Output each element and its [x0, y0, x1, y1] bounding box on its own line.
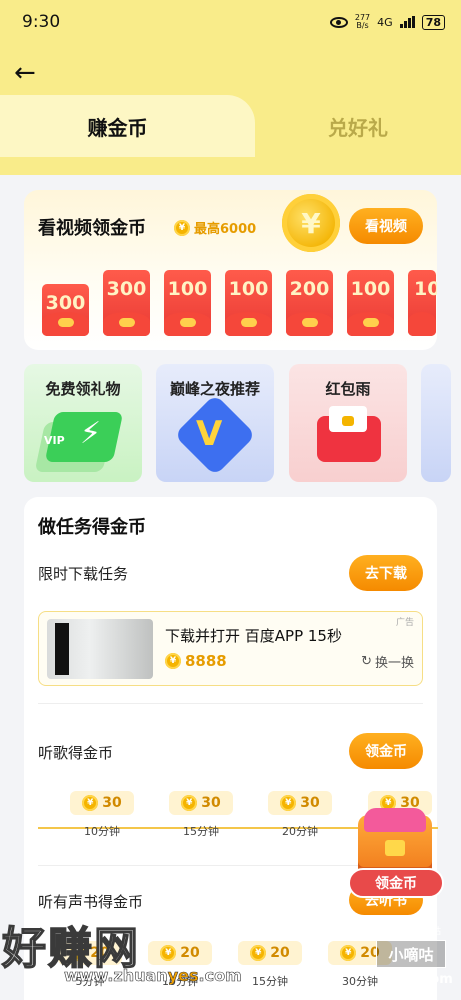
- gold-coin-icon: ¥: [282, 194, 340, 252]
- battery-indicator: 78: [421, 14, 445, 30]
- tab-bar: 赚金币 兑好礼: [0, 95, 461, 157]
- promo-label: 免费领礼物: [45, 380, 121, 398]
- task-section-title: 做任务得金币: [38, 517, 146, 538]
- red-envelope[interactable]: 100: [164, 270, 211, 336]
- ad-item[interactable]: 广告 下载并打开 百度APP 15秒 ¥ 8888 ↻ 换一换: [38, 611, 423, 686]
- status-bar: 9:30 277 B/s 4G 78: [0, 0, 461, 44]
- promo-label: 红包雨: [325, 380, 371, 398]
- claim-coins-button[interactable]: 领金币: [349, 733, 423, 769]
- ad-tag: 广告: [395, 618, 414, 628]
- milestone[interactable]: ¥30 15分钟: [169, 791, 233, 839]
- ad-text: 下载并打开 百度APP 15秒: [165, 627, 342, 645]
- milestone[interactable]: ¥30 20分钟: [268, 791, 332, 839]
- promo-next-partial[interactable]: [421, 364, 451, 482]
- promo-red-packet-rain[interactable]: 红包雨: [289, 364, 407, 482]
- ad-thumbnail: [47, 619, 153, 679]
- watermark-source: 搜狐号@小嘀咕: [378, 927, 442, 937]
- max-reward: ¥ 最高6000: [174, 218, 256, 237]
- speed-unit: B/s: [356, 21, 369, 30]
- coin-icon: ¥: [174, 219, 190, 236]
- coin-icon: ¥: [165, 653, 181, 669]
- red-envelope[interactable]: 300: [42, 284, 89, 336]
- ad-reward-value: 8888: [185, 652, 227, 670]
- video-task-card: 看视频领金币 ¥ 最高6000 ¥ 看视频 300 300 100 100 20…: [24, 190, 437, 350]
- refresh-label: 换一换: [374, 656, 414, 671]
- audiobook-task-label: 听有声书得金币: [38, 893, 144, 911]
- refresh-button[interactable]: ↻ 换一换: [361, 652, 414, 671]
- watermark-domain: xdglt.com: [380, 972, 453, 987]
- watermark-badge: 小嘀咕: [376, 940, 446, 968]
- treasure-chest-lock-icon: [385, 840, 405, 856]
- lightning-icon: ⚡: [80, 416, 102, 451]
- red-envelope[interactable]: 100: [347, 270, 394, 336]
- promo-peak-night[interactable]: 巅峰之夜推荐 V: [156, 364, 274, 482]
- promo-free-gift[interactable]: 免费领礼物 ⚡ VIP: [24, 364, 142, 482]
- tab-earn-coins[interactable]: 赚金币: [0, 95, 255, 157]
- watch-video-button[interactable]: 看视频: [349, 208, 423, 244]
- red-envelope[interactable]: 300: [103, 270, 150, 336]
- refresh-icon: ↻: [361, 654, 372, 669]
- vip-text: VIP: [44, 434, 65, 447]
- status-time: 9:30: [22, 12, 61, 32]
- network-type: 4G: [377, 15, 393, 29]
- network-speed: 277 B/s: [355, 14, 370, 30]
- divider: [38, 703, 423, 704]
- download-task-label: 限时下载任务: [38, 565, 129, 583]
- floating-claim-button[interactable]: 领金币: [348, 868, 444, 898]
- v-badge-icon: V: [196, 414, 223, 454]
- video-task-title: 看视频领金币: [38, 218, 146, 239]
- milestone[interactable]: ¥30 10分钟: [70, 791, 134, 839]
- red-envelope-list: 300 300 100 100 200 100 10: [42, 270, 437, 336]
- red-envelope[interactable]: 100: [225, 270, 272, 336]
- red-envelope[interactable]: 200: [286, 270, 333, 336]
- max-reward-label: 最高6000: [194, 222, 257, 237]
- signal-icon: [399, 16, 415, 28]
- red-packet-seal-icon: [342, 416, 354, 426]
- promo-label: 巅峰之夜推荐: [169, 380, 260, 398]
- eye-icon: [329, 16, 348, 28]
- milestone[interactable]: ¥20 15分钟: [238, 941, 302, 989]
- status-icons: 277 B/s 4G 78: [329, 14, 445, 30]
- treasure-chest-lid-icon: [364, 808, 426, 832]
- back-arrow-icon[interactable]: ←: [14, 58, 44, 88]
- music-task-label: 听歌得金币: [38, 744, 114, 762]
- ad-reward: ¥ 8888: [165, 652, 227, 670]
- red-envelope[interactable]: 10: [408, 270, 437, 336]
- watermark-url: www.zhuanyes.com: [64, 966, 242, 986]
- tab-redeem-gifts[interactable]: 兑好礼: [255, 95, 461, 157]
- go-download-button[interactable]: 去下载: [349, 555, 423, 591]
